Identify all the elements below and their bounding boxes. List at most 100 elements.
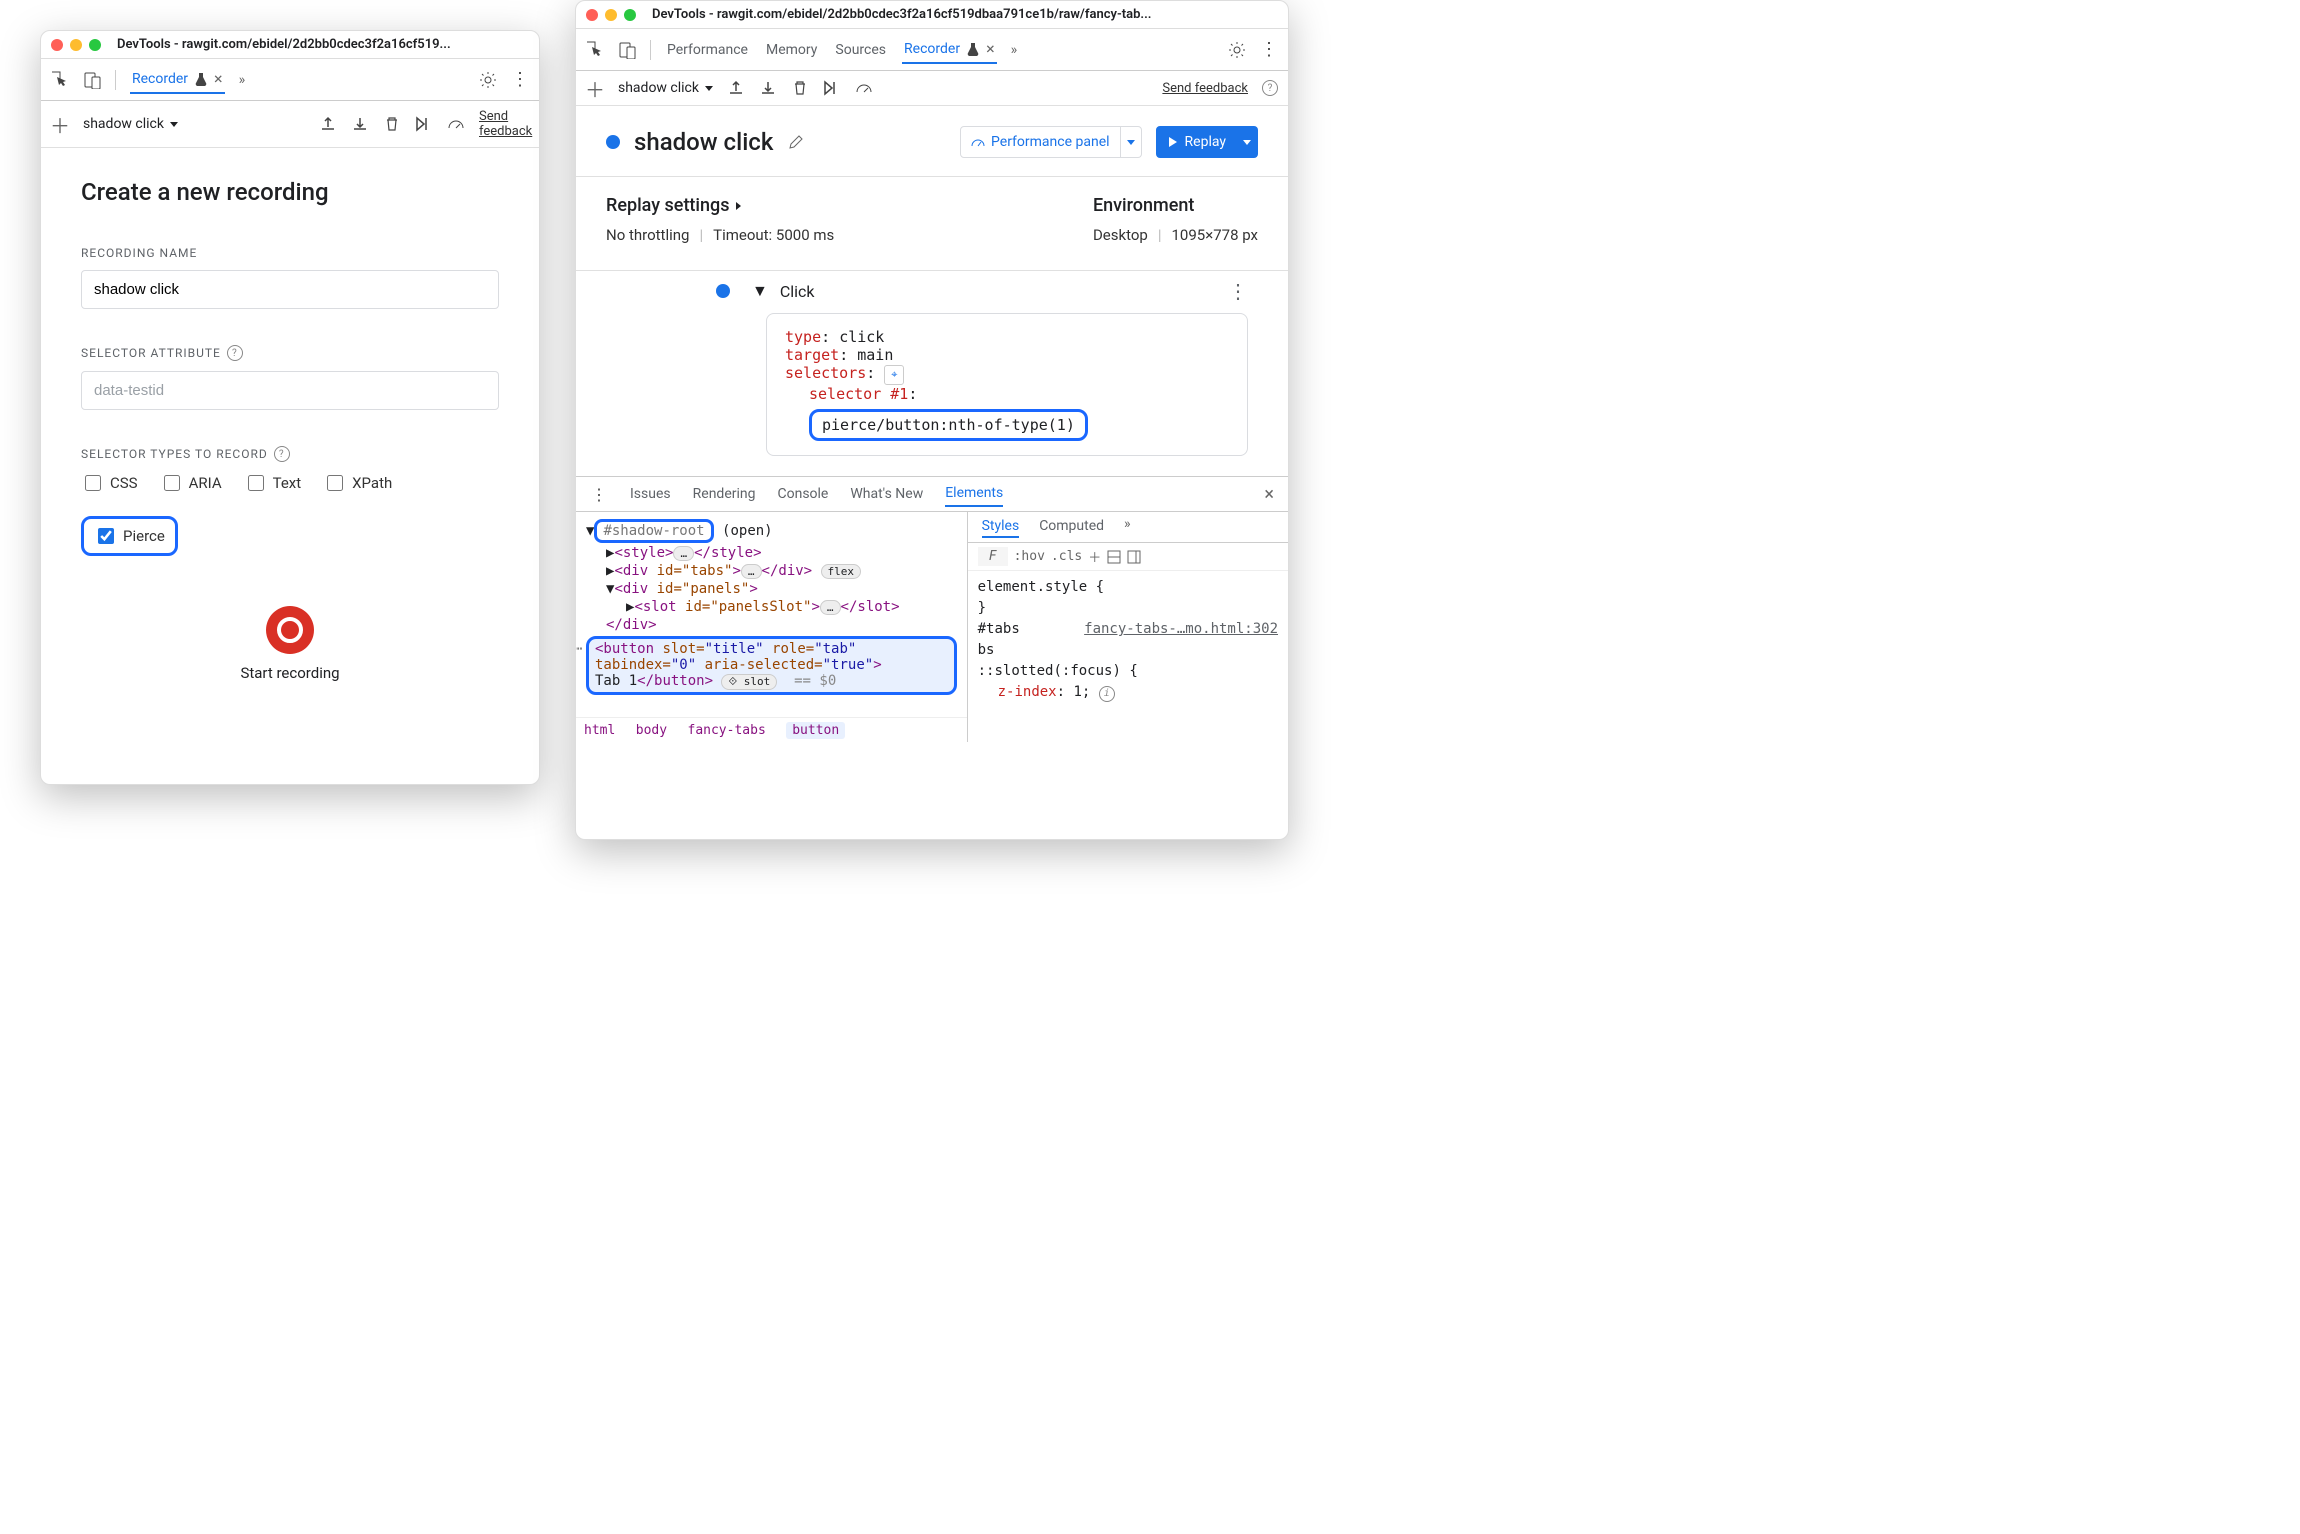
play-icon — [1167, 136, 1179, 148]
edit-icon[interactable] — [787, 133, 805, 151]
selected-dom-node[interactable]: ⋯ <button slot="title" role="tab" tabind… — [586, 636, 957, 695]
window-titlebar: DevTools - rawgit.com/ebidel/2d2bb0cdec3… — [41, 31, 539, 59]
tab-recorder[interactable]: Recorder × — [902, 35, 997, 64]
play-step-icon[interactable] — [415, 115, 433, 133]
pick-selector-icon[interactable]: ⌖ — [884, 365, 904, 385]
more-tabs-chevron-icon[interactable]: » — [239, 72, 246, 88]
delete-icon[interactable] — [383, 115, 401, 133]
styles-filter-input[interactable]: F — [978, 547, 1008, 566]
new-style-rule-icon[interactable]: ＋ — [1088, 547, 1101, 566]
drawer-tab-console[interactable]: Console — [777, 482, 828, 506]
toggle-hov[interactable]: :hov — [1014, 549, 1045, 564]
close-drawer-icon[interactable]: × — [1264, 484, 1274, 505]
minimize-icon[interactable] — [605, 9, 617, 21]
delete-icon[interactable] — [791, 79, 809, 97]
checkbox-xpath[interactable]: XPath — [323, 472, 392, 494]
kebab-menu-icon[interactable]: ⋮ — [1260, 41, 1278, 59]
gear-icon[interactable] — [1228, 41, 1246, 59]
recording-name-input[interactable] — [81, 270, 499, 309]
flask-icon — [966, 42, 980, 56]
import-icon[interactable] — [351, 115, 369, 133]
window-title: DevTools - rawgit.com/ebidel/2d2bb0cdec3… — [117, 37, 451, 52]
close-tab-icon[interactable]: × — [214, 69, 223, 88]
recorder-toolbar: ＋ shadow click Send feedback — [41, 101, 539, 148]
help-icon[interactable]: ? — [227, 345, 243, 361]
selector-types-label: Selector Types to Record ? — [81, 446, 499, 462]
selector-types-group: CSS ARIA Text XPath Pierce — [81, 472, 499, 556]
import-icon[interactable] — [759, 79, 777, 97]
inspect-icon[interactable] — [51, 71, 69, 89]
selector-attribute-input[interactable] — [81, 371, 499, 410]
toggle-cls[interactable]: .cls — [1051, 549, 1082, 564]
recording-select[interactable]: shadow click — [618, 80, 699, 96]
gear-icon[interactable] — [479, 71, 497, 89]
styles-tab-computed[interactable]: Computed — [1039, 516, 1104, 538]
help-icon[interactable]: ? — [274, 446, 290, 462]
replay-settings-row: Replay settings No throttling | Timeout:… — [576, 177, 1288, 271]
help-icon[interactable]: ? — [1262, 80, 1278, 96]
more-tabs-chevron-icon[interactable]: » — [1124, 516, 1131, 538]
export-icon[interactable] — [319, 115, 337, 133]
replay-speed-icon[interactable] — [447, 115, 465, 133]
performance-panel-button[interactable]: Performance panel — [960, 126, 1142, 158]
replay-button[interactable]: Replay — [1156, 126, 1258, 158]
tab-recorder[interactable]: Recorder × — [130, 65, 225, 94]
step-header[interactable]: ▼ Click ⋮ — [716, 281, 1248, 301]
create-recording-heading: Create a new recording — [81, 178, 499, 206]
devtools-drawer: ⋮ Issues Rendering Console What's New El… — [576, 476, 1288, 742]
info-icon[interactable]: i — [1099, 686, 1115, 702]
device-toggle-icon[interactable] — [618, 41, 636, 59]
start-recording-label: Start recording — [81, 664, 499, 682]
start-recording-button[interactable] — [266, 606, 314, 654]
kebab-menu-icon[interactable]: ⋮ — [511, 71, 529, 89]
send-feedback-link[interactable]: Send feedback — [1162, 81, 1248, 96]
checkbox-aria[interactable]: ARIA — [160, 472, 222, 494]
computed-toggle-icon[interactable] — [1107, 550, 1121, 564]
replay-speed-icon[interactable] — [855, 79, 873, 97]
styles-tab-styles[interactable]: Styles — [982, 516, 1020, 538]
selector-attribute-label: Selector Attribute ? — [81, 345, 499, 361]
timeout-value: Timeout: 5000 ms — [713, 226, 834, 244]
tab-performance[interactable]: Performance — [665, 38, 750, 62]
chevron-down-icon — [705, 86, 713, 91]
drawer-tab-whatsnew[interactable]: What's New — [850, 482, 923, 506]
checkbox-pierce[interactable]: Pierce — [81, 516, 178, 556]
inspect-icon[interactable] — [586, 41, 604, 59]
close-tab-icon[interactable]: × — [986, 39, 995, 58]
drawer-tab-elements[interactable]: Elements — [945, 481, 1003, 507]
drawer-tab-issues[interactable]: Issues — [630, 482, 671, 506]
new-recording-icon[interactable]: ＋ — [51, 115, 69, 133]
kebab-menu-icon[interactable]: ⋮ — [590, 485, 608, 503]
play-step-icon[interactable] — [823, 79, 841, 97]
drawer-tab-rendering[interactable]: Rendering — [693, 482, 756, 506]
checkbox-text[interactable]: Text — [244, 472, 302, 494]
chevron-down-icon — [170, 122, 178, 127]
devtools-window-right: DevTools - rawgit.com/ebidel/2d2bb0cdec3… — [575, 0, 1289, 840]
device-toggle-icon[interactable] — [83, 71, 101, 89]
close-icon[interactable] — [51, 39, 63, 51]
more-tabs-chevron-icon[interactable]: » — [1011, 42, 1018, 58]
sidebar-toggle-icon[interactable] — [1127, 550, 1141, 564]
new-recording-icon[interactable]: ＋ — [586, 79, 604, 97]
status-dot-icon — [606, 135, 620, 149]
export-icon[interactable] — [727, 79, 745, 97]
send-feedback-link[interactable]: Send feedback — [479, 109, 529, 139]
recording-header: shadow click Performance panel Replay — [576, 106, 1288, 177]
close-icon[interactable] — [586, 9, 598, 21]
env-device: Desktop — [1093, 226, 1148, 244]
tab-memory[interactable]: Memory — [764, 38, 819, 62]
elements-dom-tree[interactable]: ▼#shadow-root (open) ▶<style>…</style> ▶… — [576, 512, 968, 742]
maximize-icon[interactable] — [624, 9, 636, 21]
breadcrumb[interactable]: html body fancy-tabs button — [576, 717, 967, 742]
checkbox-css[interactable]: CSS — [81, 472, 138, 494]
styles-rules[interactable]: element.style { } #tabs fancy-tabs-…mo.h… — [968, 571, 1288, 709]
source-link[interactable]: fancy-tabs-…mo.html:302 — [1084, 619, 1278, 640]
minimize-icon[interactable] — [70, 39, 82, 51]
recording-select[interactable]: shadow click — [83, 116, 164, 132]
traffic-lights — [586, 9, 636, 21]
flask-icon — [194, 72, 208, 86]
tab-sources[interactable]: Sources — [833, 38, 888, 62]
maximize-icon[interactable] — [89, 39, 101, 51]
replay-settings-heading[interactable]: Replay settings — [606, 195, 834, 216]
step-kebab-icon[interactable]: ⋮ — [1228, 286, 1248, 296]
